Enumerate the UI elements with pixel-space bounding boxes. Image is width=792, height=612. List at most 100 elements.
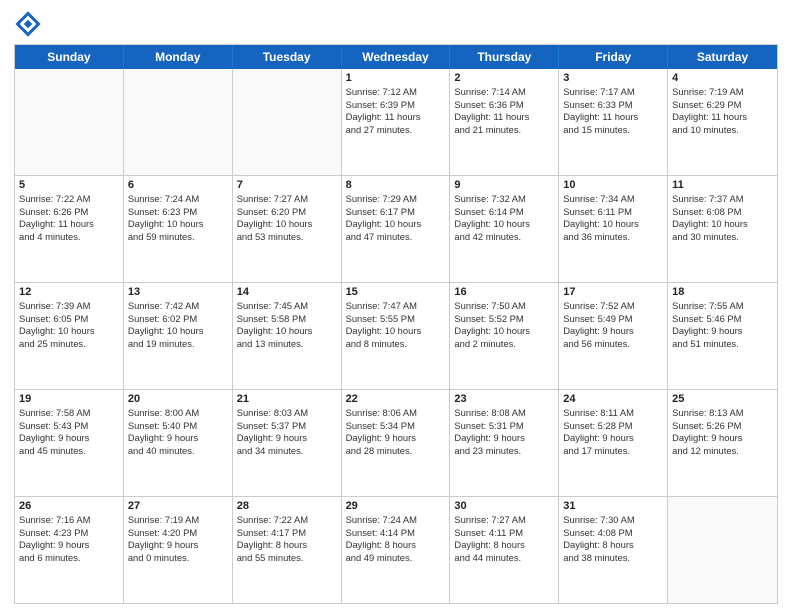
day-info-line: Daylight: 10 hours xyxy=(237,325,337,338)
day-info-line: Sunset: 6:33 PM xyxy=(563,99,663,112)
day-info-line: and 36 minutes. xyxy=(563,231,663,244)
calendar-day-26[interactable]: 26Sunrise: 7:16 AMSunset: 4:23 PMDayligh… xyxy=(15,497,124,603)
day-info-line: Daylight: 10 hours xyxy=(237,218,337,231)
day-info-line: Sunrise: 7:22 AM xyxy=(237,514,337,527)
calendar-day-2[interactable]: 2Sunrise: 7:14 AMSunset: 6:36 PMDaylight… xyxy=(450,69,559,175)
calendar-day-5[interactable]: 5Sunrise: 7:22 AMSunset: 6:26 PMDaylight… xyxy=(15,176,124,282)
day-number: 30 xyxy=(454,500,554,512)
day-number: 12 xyxy=(19,286,119,298)
day-info-line: Sunset: 6:23 PM xyxy=(128,206,228,219)
day-info-line: and 55 minutes. xyxy=(237,552,337,565)
calendar-day-6[interactable]: 6 Sunrise: 7:24 AMSunset: 6:23 PMDaylight… xyxy=(124,176,233,282)
calendar-day-4[interactable]: 4Sunrise: 7:19 AMSunset: 6:29 PMDaylight… xyxy=(668,69,777,175)
calendar-day-16[interactable]: 16Sunrise: 7:50 AMSunset: 5:52 PMDayligh… xyxy=(450,283,559,389)
day-info-line: Daylight: 9 hours xyxy=(128,432,228,445)
calendar-day-28[interactable]: 28Sunrise: 7:22 AMSunset: 4:17 PMDayligh… xyxy=(233,497,342,603)
day-number: 10 xyxy=(563,179,663,191)
day-number: 9 xyxy=(454,179,554,191)
day-info-line: Daylight: 10 hours xyxy=(128,325,228,338)
day-info-line: Sunset: 6:14 PM xyxy=(454,206,554,219)
day-info-line: Sunrise: 7:45 AM xyxy=(237,300,337,313)
day-info-line: and 47 minutes. xyxy=(346,231,446,244)
day-number: 15 xyxy=(346,286,446,298)
calendar-body: 1Sunrise: 7:12 AMSunset: 6:39 PMDaylight… xyxy=(15,69,777,603)
day-info-line: Daylight: 10 hours xyxy=(454,218,554,231)
day-info-line: Sunrise: 7:14 AM xyxy=(454,86,554,99)
day-info-line: and 59 minutes. xyxy=(128,231,228,244)
day-info-line: Sunset: 4:17 PM xyxy=(237,527,337,540)
calendar-day-29[interactable]: 29Sunrise: 7:24 AMSunset: 4:14 PMDayligh… xyxy=(342,497,451,603)
day-info-line: Daylight: 10 hours xyxy=(346,218,446,231)
day-info-line: Sunset: 5:31 PM xyxy=(454,420,554,433)
day-info-line: Sunrise: 7:24 AM xyxy=(128,193,228,206)
calendar-day-7[interactable]: 7Sunrise: 7:27 AMSunset: 6:20 PMDaylight… xyxy=(233,176,342,282)
day-info-line: Daylight: 10 hours xyxy=(672,218,773,231)
calendar-week-2: 5Sunrise: 7:22 AMSunset: 6:26 PMDaylight… xyxy=(15,176,777,283)
weekday-header-tuesday: Tuesday xyxy=(233,45,342,69)
calendar-day-19[interactable]: 19Sunrise: 7:58 AMSunset: 5:43 PMDayligh… xyxy=(15,390,124,496)
day-info-line: Sunset: 5:46 PM xyxy=(672,313,773,326)
calendar-day-12[interactable]: 12Sunrise: 7:39 AMSunset: 6:05 PMDayligh… xyxy=(15,283,124,389)
calendar-day-25[interactable]: 25Sunrise: 8:13 AMSunset: 5:26 PMDayligh… xyxy=(668,390,777,496)
calendar-day-17[interactable]: 17Sunrise: 7:52 AMSunset: 5:49 PMDayligh… xyxy=(559,283,668,389)
day-number: 2 xyxy=(454,72,554,84)
calendar-day-10[interactable]: 10Sunrise: 7:34 AMSunset: 6:11 PMDayligh… xyxy=(559,176,668,282)
calendar-week-1: 1Sunrise: 7:12 AMSunset: 6:39 PMDaylight… xyxy=(15,69,777,176)
calendar-day-15[interactable]: 15Sunrise: 7:47 AMSunset: 5:55 PMDayligh… xyxy=(342,283,451,389)
day-info-line: Sunset: 5:28 PM xyxy=(563,420,663,433)
day-info-line: and 15 minutes. xyxy=(563,124,663,137)
weekday-header-thursday: Thursday xyxy=(450,45,559,69)
day-info-line: Sunrise: 7:50 AM xyxy=(454,300,554,313)
calendar-day-21[interactable]: 21Sunrise: 8:03 AMSunset: 5:37 PMDayligh… xyxy=(233,390,342,496)
day-info-line: Sunset: 4:23 PM xyxy=(19,527,119,540)
day-number: 4 xyxy=(672,72,773,84)
calendar-day-1[interactable]: 1Sunrise: 7:12 AMSunset: 6:39 PMDaylight… xyxy=(342,69,451,175)
calendar: SundayMondayTuesdayWednesdayThursdayFrid… xyxy=(14,44,778,604)
calendar-day-31[interactable]: 31Sunrise: 7:30 AMSunset: 4:08 PMDayligh… xyxy=(559,497,668,603)
day-number: 3 xyxy=(563,72,663,84)
day-info-line: Sunset: 4:14 PM xyxy=(346,527,446,540)
day-info-line: Sunrise: 7:30 AM xyxy=(563,514,663,527)
calendar-day-13[interactable]: 13Sunrise: 7:42 AMSunset: 6:02 PMDayligh… xyxy=(124,283,233,389)
calendar-day-8[interactable]: 8Sunrise: 7:29 AMSunset: 6:17 PMDaylight… xyxy=(342,176,451,282)
day-info-line: Sunset: 4:11 PM xyxy=(454,527,554,540)
day-number: 1 xyxy=(346,72,446,84)
day-info-line: Sunrise: 7:16 AM xyxy=(19,514,119,527)
day-info-line: Sunset: 6:36 PM xyxy=(454,99,554,112)
day-info-line: and 17 minutes. xyxy=(563,445,663,458)
day-info-line: and 27 minutes. xyxy=(346,124,446,137)
day-info-line: Daylight: 8 hours xyxy=(563,539,663,552)
day-number: 25 xyxy=(672,393,773,405)
day-info-line: Sunset: 6:11 PM xyxy=(563,206,663,219)
logo xyxy=(14,10,46,38)
day-info-line: Sunset: 6:29 PM xyxy=(672,99,773,112)
day-info-line: Sunset: 6:08 PM xyxy=(672,206,773,219)
day-info-line: Sunset: 4:20 PM xyxy=(128,527,228,540)
day-number: 6 xyxy=(128,179,228,191)
calendar-day-20[interactable]: 20Sunrise: 8:00 AMSunset: 5:40 PMDayligh… xyxy=(124,390,233,496)
logo-icon xyxy=(14,10,42,38)
day-info-line: Sunrise: 8:06 AM xyxy=(346,407,446,420)
day-info-line: Sunset: 5:26 PM xyxy=(672,420,773,433)
day-info-line: Daylight: 10 hours xyxy=(128,218,228,231)
calendar-day-30[interactable]: 30Sunrise: 7:27 AMSunset: 4:11 PMDayligh… xyxy=(450,497,559,603)
calendar-day-18[interactable]: 18Sunrise: 7:55 AMSunset: 5:46 PMDayligh… xyxy=(668,283,777,389)
calendar-day-24[interactable]: 24Sunrise: 8:11 AMSunset: 5:28 PMDayligh… xyxy=(559,390,668,496)
day-info-line: Sunset: 6:20 PM xyxy=(237,206,337,219)
day-number: 11 xyxy=(672,179,773,191)
weekday-header-saturday: Saturday xyxy=(668,45,777,69)
calendar-day-27[interactable]: 27Sunrise: 7:19 AMSunset: 4:20 PMDayligh… xyxy=(124,497,233,603)
calendar-day-3[interactable]: 3Sunrise: 7:17 AMSunset: 6:33 PMDaylight… xyxy=(559,69,668,175)
day-info-line: Daylight: 10 hours xyxy=(346,325,446,338)
calendar-day-9[interactable]: 9Sunrise: 7:32 AMSunset: 6:14 PMDaylight… xyxy=(450,176,559,282)
day-info-line: Sunset: 6:26 PM xyxy=(19,206,119,219)
day-number: 13 xyxy=(128,286,228,298)
day-number: 20 xyxy=(128,393,228,405)
calendar-day-11[interactable]: 11Sunrise: 7:37 AMSunset: 6:08 PMDayligh… xyxy=(668,176,777,282)
calendar-day-14[interactable]: 14Sunrise: 7:45 AMSunset: 5:58 PMDayligh… xyxy=(233,283,342,389)
calendar-day-22[interactable]: 22Sunrise: 8:06 AMSunset: 5:34 PMDayligh… xyxy=(342,390,451,496)
day-info-line: and 25 minutes. xyxy=(19,338,119,351)
day-number: 19 xyxy=(19,393,119,405)
calendar-empty-cell xyxy=(15,69,124,175)
calendar-day-23[interactable]: 23Sunrise: 8:08 AMSunset: 5:31 PMDayligh… xyxy=(450,390,559,496)
